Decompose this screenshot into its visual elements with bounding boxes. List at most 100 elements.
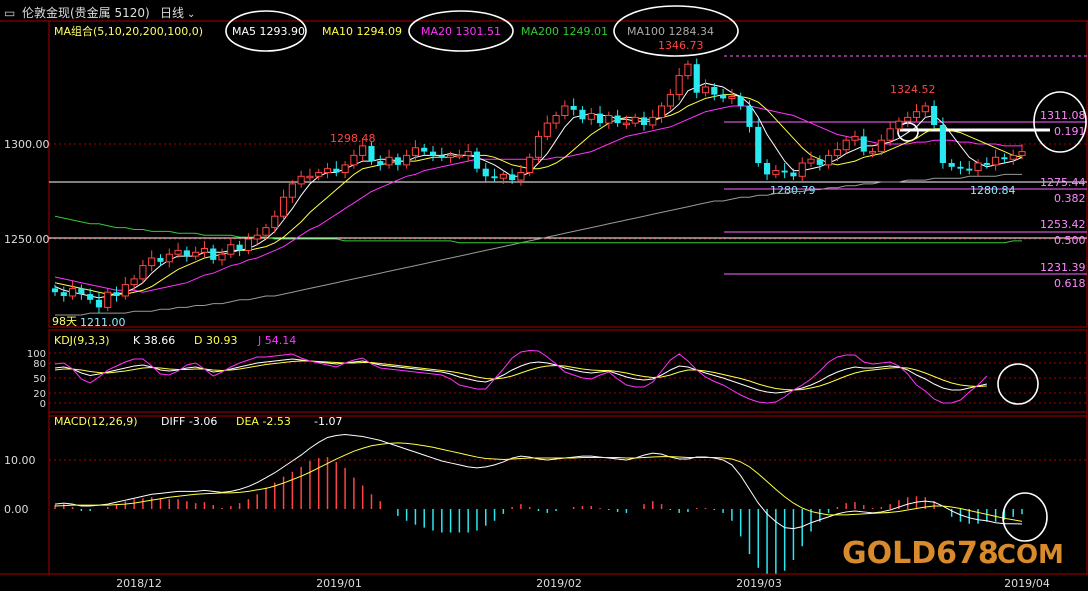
candle[interactable] [755, 119, 762, 167]
candle[interactable] [464, 144, 472, 162]
candle[interactable] [983, 157, 990, 169]
candle[interactable] [781, 163, 788, 179]
candle[interactable] [912, 104, 921, 122]
candle[interactable] [605, 111, 613, 129]
candle[interactable] [631, 113, 639, 127]
candle[interactable] [543, 115, 551, 141]
candle[interactable] [684, 60, 692, 80]
candle[interactable] [218, 248, 226, 266]
candle[interactable] [227, 237, 235, 258]
candle[interactable] [377, 155, 384, 171]
kdj-j-line [54, 349, 988, 404]
candle[interactable] [473, 147, 481, 173]
candle[interactable] [746, 100, 753, 133]
highlight-circle-macd [1002, 492, 1048, 542]
candle[interactable] [95, 292, 103, 314]
kdj-label[interactable]: KDJ(9,3,3) [54, 334, 110, 347]
candle[interactable] [587, 107, 595, 125]
annotation-1324: 1324.52 [890, 83, 936, 96]
candle[interactable] [447, 151, 455, 163]
candle[interactable] [69, 280, 77, 300]
candle[interactable] [842, 136, 850, 154]
candle[interactable] [561, 100, 569, 120]
candle[interactable] [657, 102, 666, 124]
kdj-lines [54, 349, 988, 404]
candle[interactable] [763, 159, 771, 181]
candle[interactable] [720, 88, 727, 103]
ma-group-label[interactable]: MA组合(5,10,20,200,100,0) [54, 24, 203, 38]
menu-icon[interactable]: ▭ [4, 6, 15, 20]
candle[interactable] [640, 111, 648, 131]
macd-label[interactable]: MACD(12,26,9) [54, 415, 138, 428]
candle[interactable] [104, 288, 112, 312]
candle[interactable] [517, 164, 525, 186]
candle[interactable] [130, 275, 138, 291]
chevron-down-icon[interactable]: ⌄ [187, 9, 195, 20]
candle[interactable] [183, 246, 190, 262]
candle[interactable] [60, 286, 67, 302]
candle[interactable] [649, 109, 657, 129]
candle[interactable] [236, 240, 243, 257]
candle[interactable] [253, 227, 261, 245]
candle[interactable] [121, 277, 129, 300]
candle[interactable] [675, 68, 683, 101]
candle[interactable] [570, 98, 577, 116]
candle[interactable] [394, 153, 401, 171]
candle[interactable] [385, 149, 393, 169]
candle[interactable] [798, 157, 806, 182]
candle[interactable] [992, 149, 1000, 171]
chart-canvas[interactable]: ▭ 伦敦金现(贵金属 5120) 日线 ⌄ MA组合(5,10,20,200,1… [0, 0, 1088, 591]
candle[interactable] [297, 170, 305, 188]
candle[interactable] [921, 102, 929, 118]
candle[interactable] [851, 130, 859, 146]
candle[interactable] [931, 100, 938, 129]
macd-lines [54, 434, 1023, 530]
candle[interactable] [552, 111, 560, 129]
candle[interactable] [306, 168, 314, 182]
candle[interactable] [596, 106, 604, 127]
candle[interactable] [526, 153, 534, 177]
candle[interactable] [403, 149, 411, 169]
candle[interactable] [244, 233, 252, 255]
candle[interactable] [200, 240, 209, 258]
kdj-tick: 0 [40, 399, 46, 410]
candle[interactable] [966, 161, 973, 175]
candle[interactable] [288, 180, 296, 203]
candle[interactable] [78, 284, 85, 300]
candle[interactable] [279, 189, 288, 220]
candles[interactable] [51, 58, 1026, 314]
candle[interactable] [1001, 153, 1008, 164]
candle[interactable] [51, 284, 59, 296]
candle[interactable] [148, 250, 156, 272]
candle[interactable] [271, 210, 279, 234]
candle[interactable] [816, 155, 823, 171]
candle[interactable] [693, 58, 700, 99]
candle[interactable] [957, 161, 964, 175]
candle[interactable] [333, 161, 340, 177]
candle[interactable] [210, 244, 217, 264]
candle[interactable] [113, 286, 120, 302]
candle[interactable] [323, 163, 332, 179]
candle[interactable] [534, 130, 543, 163]
candle[interactable] [429, 145, 437, 162]
candle[interactable] [772, 164, 780, 179]
candle[interactable] [825, 149, 833, 169]
candle[interactable] [421, 144, 428, 156]
candle[interactable] [948, 159, 955, 171]
candle[interactable] [1009, 149, 1017, 165]
candle[interactable] [341, 161, 349, 179]
candle[interactable] [491, 168, 498, 182]
candle[interactable] [904, 111, 912, 127]
candle[interactable] [701, 79, 710, 97]
instrument-title[interactable]: 伦敦金现(贵金属 5120) [22, 5, 150, 20]
candle[interactable] [614, 109, 621, 127]
candle[interactable] [860, 128, 867, 156]
candle[interactable] [666, 88, 674, 110]
candle[interactable] [939, 117, 946, 169]
candle[interactable] [165, 248, 173, 268]
period-selector[interactable]: 日线 [160, 6, 184, 20]
candle[interactable] [579, 106, 586, 124]
candle[interactable] [482, 163, 489, 182]
candle[interactable] [139, 259, 147, 283]
candle[interactable] [192, 246, 200, 260]
